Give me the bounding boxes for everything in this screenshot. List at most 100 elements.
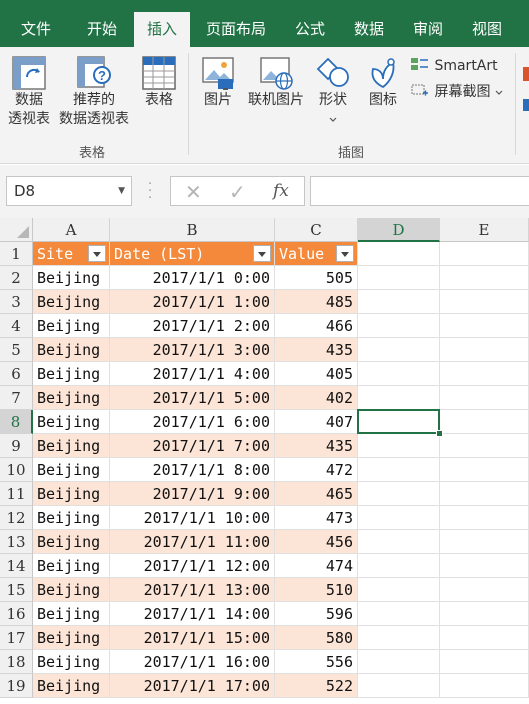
empty-cell[interactable] bbox=[440, 578, 529, 602]
table-cell[interactable]: Beijing bbox=[33, 506, 110, 530]
empty-cell[interactable] bbox=[440, 674, 529, 698]
column-header-a[interactable]: A bbox=[33, 218, 110, 242]
empty-cell[interactable] bbox=[358, 338, 440, 362]
table-cell[interactable]: 2017/1/1 12:00 bbox=[110, 554, 275, 578]
table-cell[interactable]: 596 bbox=[275, 602, 358, 626]
empty-cell[interactable] bbox=[440, 434, 529, 458]
column-header-b[interactable]: B bbox=[110, 218, 275, 242]
formula-input[interactable] bbox=[310, 176, 529, 206]
table-cell[interactable]: Beijing bbox=[33, 578, 110, 602]
row-header-11[interactable]: 11 bbox=[0, 482, 33, 506]
table-cell[interactable]: 2017/1/1 2:00 bbox=[110, 314, 275, 338]
row-header-10[interactable]: 10 bbox=[0, 458, 33, 482]
empty-cell[interactable] bbox=[358, 386, 440, 410]
shapes-button[interactable]: 形状 bbox=[312, 55, 354, 129]
empty-cell[interactable] bbox=[440, 458, 529, 482]
table-cell[interactable]: 472 bbox=[275, 458, 358, 482]
table-cell[interactable]: Beijing bbox=[33, 674, 110, 698]
cancel-icon[interactable]: ✕ bbox=[185, 180, 202, 204]
row-header-2[interactable]: 2 bbox=[0, 266, 33, 290]
empty-cell[interactable] bbox=[440, 554, 529, 578]
table-cell[interactable]: Beijing bbox=[33, 434, 110, 458]
tab-formulas[interactable]: 公式 bbox=[284, 0, 336, 47]
table-cell[interactable]: 2017/1/1 10:00 bbox=[110, 506, 275, 530]
table-cell[interactable]: 505 bbox=[275, 266, 358, 290]
column-header-e[interactable]: E bbox=[440, 218, 529, 242]
tab-data[interactable]: 数据 bbox=[342, 0, 396, 47]
empty-cell[interactable] bbox=[358, 674, 440, 698]
table-cell[interactable]: Beijing bbox=[33, 650, 110, 674]
row-header-3[interactable]: 3 bbox=[0, 290, 33, 314]
empty-cell[interactable] bbox=[440, 314, 529, 338]
add-ins-icon[interactable] bbox=[523, 67, 529, 81]
filter-dropdown-icon[interactable] bbox=[253, 245, 271, 262]
table-cell[interactable]: Beijing bbox=[33, 482, 110, 506]
row-header-14[interactable]: 14 bbox=[0, 554, 33, 578]
enter-icon[interactable]: ✓ bbox=[229, 180, 246, 204]
table-cell[interactable]: 465 bbox=[275, 482, 358, 506]
table-cell[interactable]: 2017/1/1 9:00 bbox=[110, 482, 275, 506]
table-cell[interactable]: 522 bbox=[275, 674, 358, 698]
empty-cell[interactable] bbox=[440, 650, 529, 674]
row-header-13[interactable]: 13 bbox=[0, 530, 33, 554]
screenshot-button[interactable]: 屏幕截图 bbox=[410, 83, 510, 102]
column-header-c[interactable]: C bbox=[275, 218, 358, 242]
column-header-d[interactable]: D bbox=[358, 218, 440, 242]
chevron-down-icon[interactable]: ▼ bbox=[118, 177, 125, 205]
empty-cell[interactable] bbox=[358, 506, 440, 530]
table-cell[interactable]: Beijing bbox=[33, 554, 110, 578]
table-cell[interactable]: Beijing bbox=[33, 290, 110, 314]
drag-handle-icon[interactable]: · · · bbox=[148, 178, 152, 205]
table-cell[interactable]: 435 bbox=[275, 434, 358, 458]
row-header-9[interactable]: 9 bbox=[0, 434, 33, 458]
table-cell[interactable]: Beijing bbox=[33, 530, 110, 554]
table-cell[interactable]: 466 bbox=[275, 314, 358, 338]
row-header-6[interactable]: 6 bbox=[0, 362, 33, 386]
empty-cell[interactable] bbox=[440, 506, 529, 530]
empty-cell[interactable] bbox=[358, 578, 440, 602]
smartart-button[interactable]: SmartArt bbox=[410, 57, 504, 76]
table-cell[interactable]: 456 bbox=[275, 530, 358, 554]
table-cell[interactable]: Beijing bbox=[33, 602, 110, 626]
tab-file[interactable]: 文件 bbox=[10, 0, 62, 47]
empty-cell[interactable] bbox=[358, 482, 440, 506]
table-cell[interactable]: Beijing bbox=[33, 362, 110, 386]
table-cell[interactable]: 485 bbox=[275, 290, 358, 314]
row-header-15[interactable]: 15 bbox=[0, 578, 33, 602]
table-cell[interactable]: 2017/1/1 5:00 bbox=[110, 386, 275, 410]
row-header-18[interactable]: 18 bbox=[0, 650, 33, 674]
empty-cell[interactable] bbox=[358, 266, 440, 290]
table-cell[interactable]: 405 bbox=[275, 362, 358, 386]
tab-home[interactable]: 开始 bbox=[74, 0, 130, 47]
empty-cell[interactable] bbox=[358, 362, 440, 386]
empty-cell[interactable] bbox=[358, 458, 440, 482]
empty-cell[interactable] bbox=[440, 242, 529, 266]
table-cell[interactable]: 2017/1/1 11:00 bbox=[110, 530, 275, 554]
table-cell[interactable]: Beijing bbox=[33, 338, 110, 362]
empty-cell[interactable] bbox=[358, 530, 440, 554]
table-cell[interactable]: Beijing bbox=[33, 410, 110, 434]
pictures-button[interactable]: 图片 bbox=[196, 55, 240, 110]
row-header-1[interactable]: 1 bbox=[0, 242, 33, 266]
empty-cell[interactable] bbox=[440, 530, 529, 554]
filter-dropdown-icon[interactable] bbox=[336, 245, 354, 262]
table-cell[interactable]: 580 bbox=[275, 626, 358, 650]
empty-cell[interactable] bbox=[358, 554, 440, 578]
empty-cell[interactable] bbox=[358, 602, 440, 626]
tab-view[interactable]: 视图 bbox=[460, 0, 514, 47]
pivot-table-button[interactable]: 数据 透视表 bbox=[4, 55, 54, 129]
tab-insert[interactable]: 插入 bbox=[134, 12, 190, 47]
table-cell[interactable]: 2017/1/1 6:00 bbox=[110, 410, 275, 434]
empty-cell[interactable] bbox=[440, 410, 529, 434]
name-box[interactable]: D8 ▼ bbox=[6, 176, 132, 206]
insert-function-icon[interactable]: fx bbox=[273, 181, 289, 201]
empty-cell[interactable] bbox=[358, 242, 440, 266]
empty-cell[interactable] bbox=[440, 482, 529, 506]
empty-cell[interactable] bbox=[440, 386, 529, 410]
row-header-16[interactable]: 16 bbox=[0, 602, 33, 626]
table-cell[interactable]: 556 bbox=[275, 650, 358, 674]
empty-cell[interactable] bbox=[358, 650, 440, 674]
table-cell[interactable]: 402 bbox=[275, 386, 358, 410]
table-cell[interactable]: Beijing bbox=[33, 386, 110, 410]
table-cell[interactable]: 510 bbox=[275, 578, 358, 602]
